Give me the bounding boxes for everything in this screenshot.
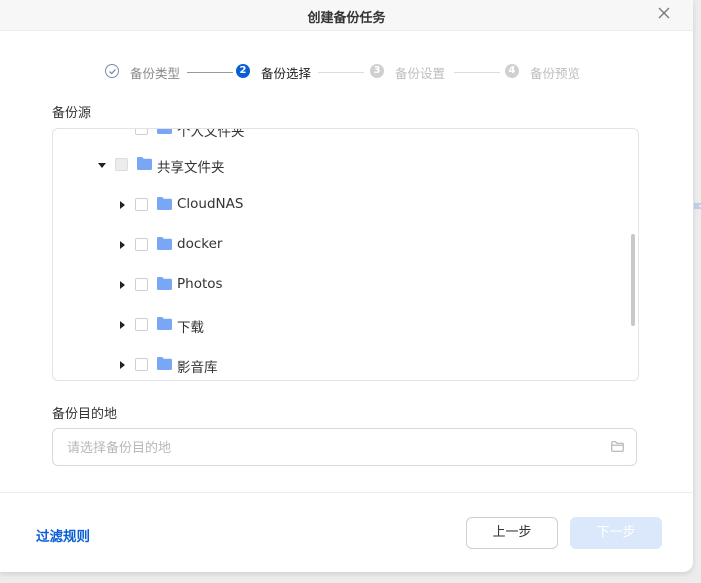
tree-row[interactable]: docker [53, 233, 638, 257]
tree-item-label: 个人文件夹 [177, 128, 245, 140]
tree-row[interactable]: 下载 [53, 313, 638, 337]
tree-item-label: 共享文件夹 [157, 160, 225, 176]
tree-row-partial[interactable]: 个人文件夹 [53, 128, 638, 141]
caret-right-icon[interactable] [120, 361, 125, 369]
step-check-icon [105, 64, 119, 78]
tree-scrollbar[interactable] [631, 234, 635, 326]
backup-destination-label: 备份目的地 [52, 407, 118, 422]
previous-step-button[interactable]: 上一步 [466, 517, 558, 549]
tree-row[interactable]: CloudNAS [53, 193, 638, 217]
tree-row[interactable]: 影音库 [53, 353, 638, 377]
step-label: 备份设置 [395, 66, 446, 81]
tree-checkbox[interactable] [135, 198, 148, 211]
folder-icon [157, 237, 172, 250]
folder-icon [157, 197, 172, 210]
tree-item-label: 下载 [177, 320, 204, 336]
tree-item-label: 影音库 [177, 360, 218, 376]
close-icon[interactable] [655, 4, 673, 22]
folder-browse-icon[interactable] [611, 441, 624, 452]
source-tree[interactable]: 个人文件夹 共享文件夹 CloudNAS docker Photos 下载 影音… [52, 128, 639, 381]
caret-right-icon[interactable] [120, 281, 125, 289]
folder-icon [137, 157, 152, 170]
tree-checkbox[interactable] [135, 278, 148, 291]
dialog-titlebar: 创建备份任务 [0, 0, 693, 31]
folder-icon [157, 317, 172, 330]
destination-field[interactable] [52, 428, 637, 466]
step-connector [454, 72, 500, 73]
folder-icon [157, 277, 172, 290]
caret-down-icon[interactable] [98, 163, 106, 168]
tree-item-label: CloudNAS [177, 196, 244, 212]
tree-checkbox[interactable] [135, 318, 148, 331]
folder-icon [157, 357, 172, 370]
next-step-button[interactable]: 下一步 [570, 517, 662, 549]
dialog-title: 创建备份任务 [307, 11, 386, 26]
tree-checkbox[interactable] [135, 358, 148, 371]
tree-checkbox[interactable] [115, 158, 128, 171]
tree-item-label: Photos [177, 276, 223, 292]
tree-checkbox[interactable] [135, 238, 148, 251]
tree-row-shared-folder[interactable]: 共享文件夹 [53, 153, 638, 177]
step-number: 4 [505, 64, 519, 78]
folder-icon [157, 129, 172, 134]
create-backup-dialog: 创建备份任务 备份类型 2 备份选择 3 备份设置 4 备份预览 备份源 个人文… [0, 0, 693, 572]
tree-checkbox[interactable] [135, 129, 148, 135]
tree-item-label: docker [177, 236, 223, 252]
step-label: 备份选择 [261, 66, 312, 81]
caret-right-icon[interactable] [120, 321, 125, 329]
step-label: 备份预览 [530, 66, 581, 81]
background-fragment-icon [694, 203, 701, 209]
destination-input[interactable] [65, 437, 589, 459]
step-label: 备份类型 [130, 66, 181, 81]
filter-rules-link[interactable]: 过滤规则 [36, 525, 90, 545]
step-connector [318, 72, 364, 73]
footer-divider [0, 492, 693, 493]
step-number: 3 [370, 64, 384, 78]
tree-row[interactable]: Photos [53, 273, 638, 297]
backup-source-label: 备份源 [52, 106, 92, 121]
caret-right-icon[interactable] [120, 201, 125, 209]
step-number: 2 [236, 64, 250, 78]
caret-right-icon[interactable] [120, 241, 125, 249]
step-connector [187, 72, 233, 73]
